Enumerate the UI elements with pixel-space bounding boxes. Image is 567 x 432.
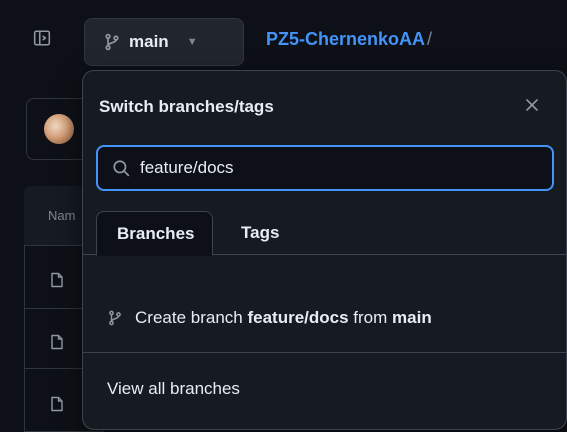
file-icon [50, 272, 64, 288]
branch-search-field[interactable] [96, 145, 554, 191]
repo-breadcrumb: PZ5-ChernenkoAA / [266, 29, 432, 50]
branch-selector-button[interactable]: main ▼ [84, 18, 244, 66]
create-branch-name: feature/docs [247, 307, 349, 327]
create-branch-from: from [353, 307, 388, 327]
sidebar-toggle-icon [33, 29, 51, 52]
tab-tags[interactable]: Tags [241, 211, 279, 255]
create-branch-prefix: Create branch [135, 307, 243, 327]
file-table-header-label: Nam [48, 208, 76, 223]
git-branch-icon [107, 309, 123, 327]
popup-title: Switch branches/tags [99, 97, 274, 116]
create-branch-source: main [392, 307, 432, 327]
close-button[interactable] [522, 97, 542, 117]
branch-name: main [129, 32, 169, 51]
create-branch-option[interactable]: Create branch feature/docs from main [83, 283, 566, 353]
sidebar-toggle-button[interactable] [20, 18, 64, 62]
file-icon [50, 334, 64, 350]
branch-tag-tabs: Branches Tags [83, 211, 566, 256]
search-icon [112, 159, 130, 177]
view-all-branches-link[interactable]: View all branches [107, 379, 240, 399]
avatar[interactable] [44, 114, 74, 144]
repo-name-link[interactable]: PZ5-ChernenkoAA [266, 29, 425, 49]
create-branch-label: Create branch feature/docs from main [135, 308, 432, 328]
file-icon [50, 396, 64, 412]
branch-search-input[interactable] [140, 158, 520, 178]
caret-down-icon: ▼ [186, 36, 198, 48]
breadcrumb-separator: / [427, 29, 433, 49]
git-branch-icon [103, 33, 121, 51]
close-icon [525, 98, 539, 117]
switch-branches-popup: Switch branches/tags Branches Tags [82, 70, 567, 430]
tab-branches[interactable]: Branches [96, 211, 214, 256]
